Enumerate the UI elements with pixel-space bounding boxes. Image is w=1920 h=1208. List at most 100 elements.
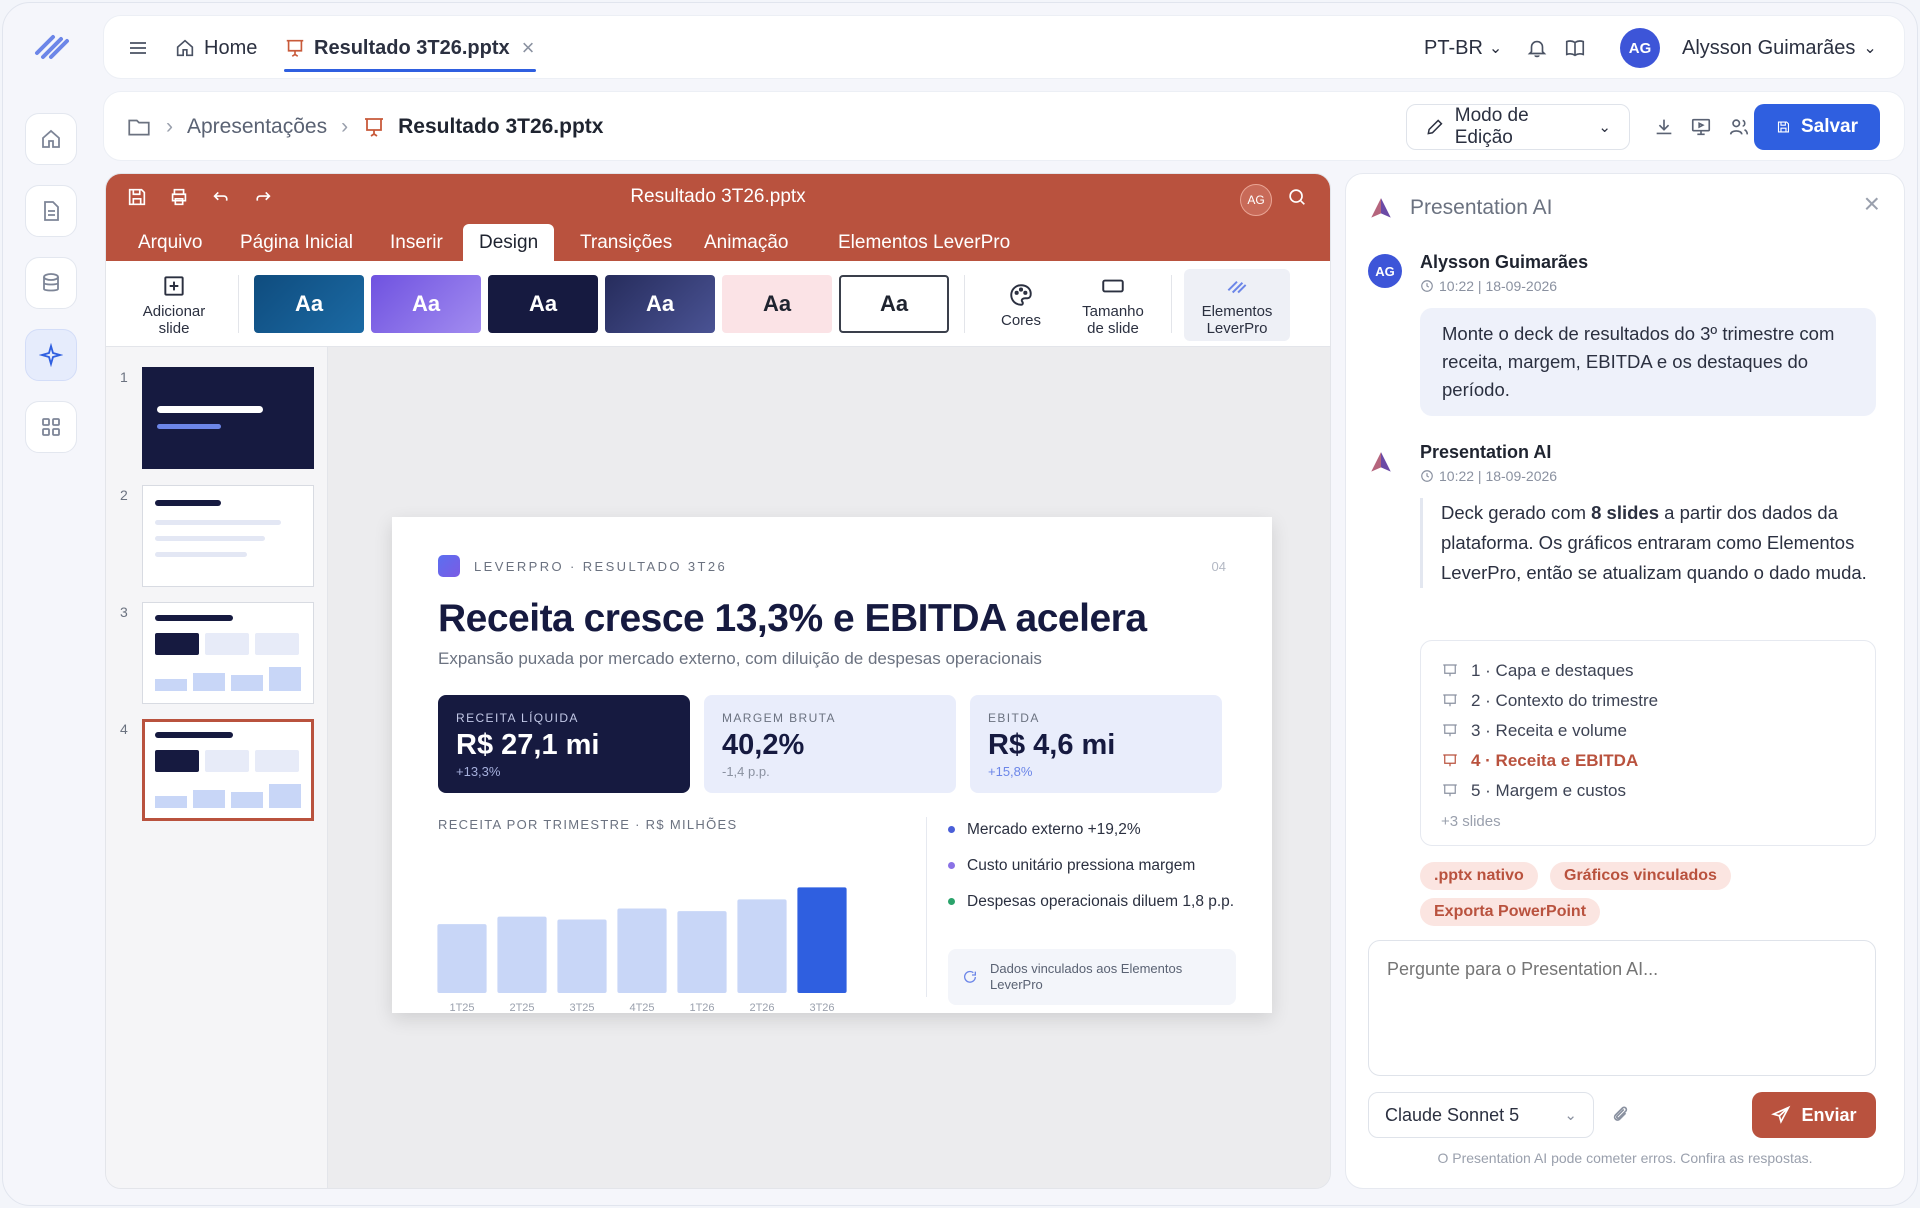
send-icon [1771, 1105, 1791, 1124]
share-button[interactable] [1724, 112, 1754, 142]
home-tab-label: Home [204, 36, 258, 59]
colors-button[interactable]: Cores [986, 269, 1056, 341]
slide-4[interactable]: LEVERPRO · RESULTADO 3T26 04 Receita cre… [392, 517, 1272, 1014]
chevron-down-icon: ⌄ [1598, 119, 1611, 136]
tag-chip: .pptx nativo [1420, 862, 1538, 890]
slide-size-button[interactable]: Tamanho de slide [1068, 269, 1158, 341]
list-item: Custo unitário pressiona margem [948, 855, 1238, 876]
home-icon [42, 129, 60, 148]
slide-size-label-2: de slide [1087, 320, 1139, 337]
folder-icon[interactable] [126, 114, 152, 140]
bar-4T25[interactable] [617, 908, 667, 994]
close-icon[interactable]: × [1864, 188, 1880, 220]
slide-page-number: 04 [1211, 559, 1226, 574]
edit-mode-button[interactable]: Modo de Edição ⌄ [1406, 104, 1630, 150]
hamburger-icon [130, 42, 146, 54]
linked-data-text: Dados vinculados aos Elementos LeverPro [990, 961, 1183, 992]
slide-thumbnail-1[interactable] [142, 367, 314, 469]
presentation-icon [365, 118, 384, 137]
ai-message: Deck gerado com 8 slides a partir dos da… [1420, 498, 1876, 588]
user-avatar[interactable]: AG [1620, 28, 1660, 68]
theme-option-ocean[interactable]: Aa [254, 275, 364, 333]
bar-2T26[interactable] [737, 899, 787, 993]
palette-icon [1010, 283, 1032, 306]
menu-button[interactable] [126, 16, 150, 80]
tab-pagina-inicial[interactable]: Página Inicial [224, 224, 369, 261]
prompt-input[interactable] [1368, 940, 1876, 1076]
chevron-down-icon: ⌄ [1863, 40, 1877, 57]
attach-icon[interactable] [1610, 1104, 1632, 1126]
colors-label: Cores [1000, 311, 1041, 329]
sparkle-icon [39, 343, 63, 367]
slide-link-3[interactable]: 3 · Receita e volume [1441, 721, 1627, 741]
bar-3T25[interactable] [557, 919, 607, 993]
revenue-bar-chart[interactable]: 1T25 2T25 3T25 4T25 1T26 2T26 3T26 [432, 847, 852, 1017]
file-tab-label: Resultado 3T26.pptx [314, 36, 510, 59]
kpi-card-ebitda: EBITDA R$ 4,6 mi +15,8% [970, 695, 1222, 793]
theme-option-blush[interactable]: Aa [722, 275, 832, 333]
rail-documents-button[interactable] [25, 185, 77, 237]
close-tab-icon[interactable]: × [522, 35, 535, 61]
slide-link-1[interactable]: 1 · Capa e destaques [1441, 661, 1634, 681]
more-slides-label[interactable]: +3 slides [1441, 813, 1501, 830]
slide-link-5[interactable]: 5 · Margem e custos [1441, 781, 1626, 801]
theme-option-violet[interactable]: Aa [371, 275, 481, 333]
tab-design[interactable]: Design [463, 224, 555, 261]
theme-option-indigo[interactable]: Aa [605, 275, 715, 333]
present-button[interactable] [1686, 112, 1716, 142]
breadcrumb-separator: › [341, 115, 349, 138]
theme-option-light[interactable]: Aa [839, 275, 949, 333]
slide-thumbnail-4[interactable] [142, 719, 314, 821]
model-select[interactable]: Claude Sonnet 5 ⌄ [1368, 1092, 1594, 1138]
chart-title: RECEITA POR TRIMESTRE · R$ MILHÕES [438, 817, 738, 832]
add-slide-button[interactable]: Adicionar slide [126, 269, 222, 341]
model-label: Claude Sonnet 5 [1385, 1104, 1520, 1125]
slide-link-2[interactable]: 2 · Contexto do trimestre [1441, 691, 1658, 711]
rail-database-button[interactable] [25, 257, 77, 309]
send-button[interactable]: Enviar [1752, 1092, 1876, 1138]
home-tab[interactable]: Home [174, 16, 257, 80]
rail-apps-button[interactable] [25, 401, 77, 453]
slide-canvas[interactable]: LEVERPRO · RESULTADO 3T26 04 Receita cre… [328, 347, 1330, 1188]
user-message: Monte o deck de resultados do 3º trimest… [1420, 308, 1876, 416]
x-tick-label: 1T26 [689, 1002, 714, 1014]
ribbon-divider [964, 275, 965, 333]
kpi-value: R$ 27,1 mi [456, 729, 600, 761]
download-button[interactable] [1649, 112, 1679, 142]
slide-kicker: LEVERPRO · RESULTADO 3T26 [474, 559, 728, 574]
notifications-button[interactable] [1526, 16, 1548, 80]
rail-home-button[interactable] [25, 113, 77, 165]
tab-transicoes[interactable]: Transições [564, 224, 688, 261]
slide-link-label: 3 · Receita e volume [1471, 721, 1627, 740]
tab-arquivo[interactable]: Arquivo [122, 224, 218, 261]
bar-1T25[interactable] [437, 924, 487, 993]
x-tick-label: 4T25 [629, 1002, 654, 1014]
logo-icon [35, 35, 69, 59]
tab-inserir[interactable]: Inserir [374, 224, 459, 261]
tab-animacao[interactable]: Animação [688, 224, 805, 261]
kpi-value: 40,2% [722, 729, 805, 761]
slide-link-4[interactable]: 4 · Receita e EBITDA [1441, 751, 1638, 771]
bullet-dot [948, 826, 955, 833]
thumb-number: 1 [120, 369, 128, 385]
bar-1T26[interactable] [677, 911, 727, 993]
editor-search-button[interactable] [1286, 186, 1312, 212]
bullet-dot [948, 898, 955, 905]
language-select[interactable]: PT-BR ⌄ [1424, 16, 1502, 80]
bar-3T26[interactable] [797, 887, 847, 993]
docs-button[interactable] [1564, 16, 1586, 80]
editor-avatar[interactable]: AG [1240, 184, 1272, 216]
rail-ai-button[interactable] [25, 329, 77, 381]
theme-option-midnight[interactable]: Aa [488, 275, 598, 333]
user-menu[interactable]: Alysson Guimarães ⌄ [1682, 16, 1877, 80]
leverpro-elements-button[interactable]: Elementos LeverPro [1184, 269, 1290, 341]
bullet-text: Custo unitário pressiona margem [967, 857, 1196, 874]
slide-thumbnail-2[interactable] [142, 485, 314, 587]
monitor-icon [1691, 118, 1711, 136]
presentation-icon [1443, 754, 1457, 767]
bar-2T25[interactable] [497, 916, 547, 993]
tab-elementos-leverpro[interactable]: Elementos LeverPro [822, 224, 1026, 261]
breadcrumb-folder[interactable]: Apresentações [187, 115, 327, 139]
save-button[interactable]: Salvar [1754, 104, 1880, 150]
slide-thumbnail-3[interactable] [142, 602, 314, 704]
